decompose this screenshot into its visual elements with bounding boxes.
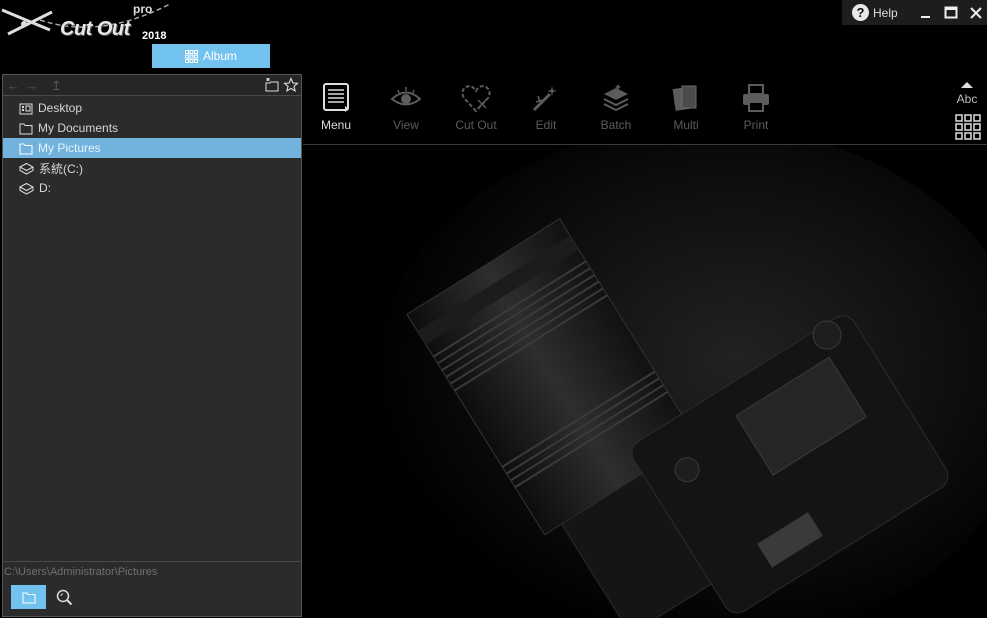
magic-wand-icon [532, 86, 557, 112]
current-path: C:\Users\Administrator\Pictures [3, 561, 302, 582]
image-canvas[interactable] [303, 145, 987, 618]
eye-icon [390, 87, 422, 106]
tool-label: Cut Out [455, 118, 497, 132]
tool-label: Edit [535, 118, 557, 132]
tree-item-desktop[interactable]: Desktop [3, 98, 301, 118]
tool-label: Multi [673, 118, 699, 132]
sort-label: Abc [956, 92, 978, 106]
tree-item-label: Desktop [38, 101, 83, 115]
help-button[interactable]: ? Help [852, 4, 898, 21]
drive-icon [19, 162, 34, 175]
tree-item-drive-d[interactable]: D: [3, 178, 301, 198]
search-icon [56, 589, 73, 605]
folder-icon [22, 592, 35, 603]
tool-label: Menu [320, 118, 352, 132]
back-arrow-icon[interactable]: ← [7, 78, 20, 93]
heart-scissors-icon [461, 85, 491, 113]
app-logo: Cut Out pro 2018 [0, 0, 175, 46]
tree-item-my-documents[interactable]: My Documents [3, 118, 301, 138]
menu-tool[interactable]: Menu [303, 80, 369, 132]
logo-year: 2018 [142, 30, 167, 42]
folder-tree: Desktop My Documents My Pictures 系統(C:) … [3, 96, 301, 198]
multi-tool[interactable]: Multi [653, 80, 719, 132]
folder-icon [19, 123, 33, 134]
desktop-icon [19, 103, 33, 114]
batch-tool[interactable]: Batch [583, 80, 649, 132]
cut-out-tool[interactable]: Cut Out [443, 80, 509, 132]
tool-label: Batch [600, 118, 632, 132]
tree-item-drive-c[interactable]: 系統(C:) [3, 158, 301, 178]
grid-icon [184, 49, 198, 63]
stack-icon [603, 84, 629, 112]
maximize-button[interactable] [941, 2, 962, 24]
close-button[interactable] [966, 2, 987, 24]
logo-pro: pro [133, 2, 153, 16]
new-folder-icon[interactable] [264, 77, 280, 93]
maximize-icon [944, 6, 958, 18]
thumbnail-grid-button[interactable] [955, 114, 981, 145]
logo-text: Cut Out [60, 18, 130, 40]
drive-icon [19, 182, 34, 195]
minimize-icon [921, 15, 931, 18]
triangle-up-icon [961, 82, 973, 88]
help-label: Help [873, 5, 898, 20]
main-toolbar: Menu View Cut Out Edit Batch Multi Print [303, 74, 987, 145]
folder-icon [19, 143, 33, 154]
tool-label: Print [743, 118, 769, 132]
grid-icon [955, 114, 981, 140]
edit-tool[interactable]: Edit [513, 80, 579, 132]
print-tool[interactable]: Print [723, 80, 789, 132]
folder-toolbar: ← → ↥ [3, 75, 301, 96]
view-tool[interactable]: View [373, 80, 439, 132]
up-arrow-icon[interactable]: ↥ [51, 78, 62, 94]
folder-view-button[interactable] [11, 585, 46, 609]
pages-icon [672, 85, 697, 111]
camera-background-image [303, 145, 987, 618]
folder-panel: ← → ↥ Desktop My Documents My Pictures 系… [2, 74, 302, 617]
minimize-button[interactable] [916, 2, 937, 24]
album-tab-label: Album [202, 49, 237, 63]
forward-arrow-icon[interactable]: → [25, 78, 38, 93]
close-icon [970, 6, 983, 19]
sort-by-name-button[interactable]: Abc [955, 78, 979, 106]
tree-item-my-pictures[interactable]: My Pictures [3, 138, 301, 158]
album-tab[interactable]: Album [152, 44, 270, 68]
help-icon: ? [852, 4, 869, 21]
search-button[interactable] [47, 585, 82, 609]
tree-item-label: D: [39, 181, 51, 195]
tree-item-label: My Documents [38, 121, 119, 135]
tool-label: View [393, 118, 419, 132]
favorite-star-icon[interactable] [283, 77, 299, 93]
menu-icon [323, 83, 349, 112]
printer-icon [743, 84, 769, 112]
window-controls: ? Help [842, 0, 987, 25]
tree-item-label: 系統(C:) [39, 161, 83, 176]
tree-item-label: My Pictures [38, 141, 101, 155]
